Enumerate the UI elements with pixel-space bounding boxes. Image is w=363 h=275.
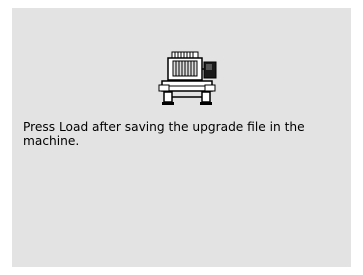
message-screen: Press Load after saving the upgrade file… xyxy=(12,8,351,267)
embroidery-machine-icon xyxy=(158,51,224,107)
upgrade-instruction-text: Press Load after saving the upgrade file… xyxy=(23,120,305,148)
